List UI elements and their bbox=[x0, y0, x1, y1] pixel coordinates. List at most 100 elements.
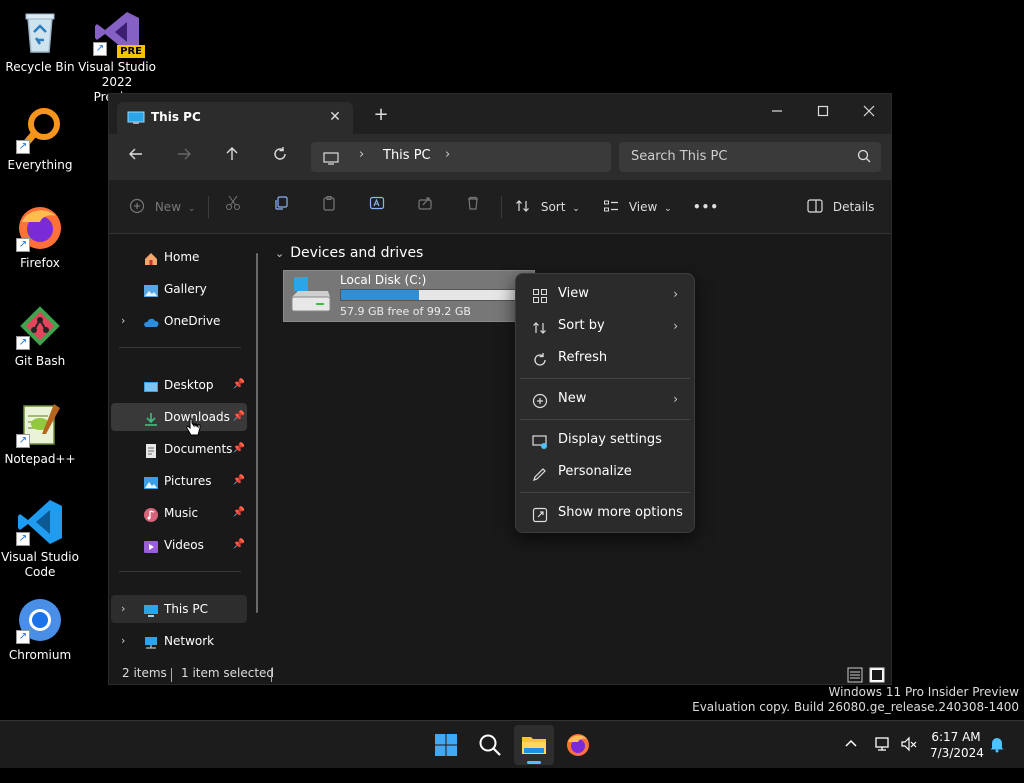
new-button[interactable]: New ⌄ bbox=[129, 194, 195, 220]
maximize-button[interactable] bbox=[803, 100, 843, 128]
sidebar-divider bbox=[119, 347, 241, 348]
sidebar-item-home[interactable]: Home bbox=[111, 243, 247, 271]
desktop-icon-git-bash[interactable]: ↗ Git Bash bbox=[0, 302, 80, 369]
pin-icon[interactable]: 📌 bbox=[233, 403, 245, 431]
clipboard-icon bbox=[323, 196, 335, 211]
shortcut-arrow-icon: ↗ bbox=[16, 532, 30, 546]
devices-and-drives-header[interactable]: ⌄ Devices and drives bbox=[275, 245, 423, 261]
search-box[interactable]: Search This PC bbox=[619, 142, 881, 172]
desktop-icon-label: Everything bbox=[7, 158, 73, 172]
share-button[interactable] bbox=[417, 194, 433, 220]
breadcrumb-this-pc[interactable]: This PC bbox=[383, 148, 431, 163]
context-menu-refresh[interactable]: Refresh bbox=[520, 343, 690, 373]
taskbar-firefox[interactable] bbox=[558, 725, 598, 765]
context-menu-divider bbox=[520, 378, 690, 379]
desktop-icon-recycle-bin[interactable]: Recycle Bin bbox=[0, 8, 80, 75]
chevron-right-icon[interactable]: › bbox=[121, 627, 125, 655]
close-window-button[interactable] bbox=[849, 100, 889, 128]
pin-icon[interactable]: 📌 bbox=[233, 435, 245, 463]
desktop-icon-everything[interactable]: ↗ Everything bbox=[0, 106, 80, 173]
paste-button[interactable] bbox=[321, 194, 337, 220]
desktop-icon-chromium[interactable]: ↗ Chromium bbox=[0, 596, 80, 663]
pin-icon[interactable]: 📌 bbox=[233, 499, 245, 527]
network-status-button[interactable] bbox=[874, 735, 892, 783]
desktop-icon-vscode[interactable]: ↗ Visual Studio Code bbox=[0, 498, 80, 580]
new-tab-button[interactable]: + bbox=[369, 104, 393, 128]
sidebar-item-documents[interactable]: Documents 📌 bbox=[111, 435, 247, 463]
context-menu-divider bbox=[520, 419, 690, 420]
start-button[interactable] bbox=[426, 725, 466, 765]
shortcut-arrow-icon: ↗ bbox=[16, 630, 30, 644]
context-menu-view[interactable]: View › bbox=[520, 279, 690, 309]
file-explorer-window: This PC ✕ + › This PC › Search This PC N… bbox=[108, 93, 892, 685]
chevron-right-icon[interactable]: › bbox=[445, 147, 450, 162]
view-button[interactable]: View ⌄ bbox=[603, 194, 672, 220]
desktop-icon-notepad-plus-plus[interactable]: ↗ Notepad++ bbox=[0, 400, 80, 467]
chevron-right-icon[interactable]: › bbox=[359, 147, 364, 162]
address-bar[interactable]: › This PC › bbox=[311, 142, 611, 172]
sidebar-item-videos[interactable]: Videos 📌 bbox=[111, 531, 247, 559]
context-menu-divider bbox=[520, 492, 690, 493]
context-menu-new[interactable]: New › bbox=[520, 384, 690, 414]
up-button[interactable] bbox=[217, 143, 247, 171]
sidebar-item-pictures[interactable]: Pictures 📌 bbox=[111, 467, 247, 495]
back-button[interactable] bbox=[121, 143, 151, 171]
details-button-label: Details bbox=[832, 200, 875, 214]
details-button[interactable]: Details bbox=[807, 194, 874, 220]
drive-tile-local-disk-c[interactable]: Local Disk (C:) 57.9 GB free of 99.2 GB bbox=[283, 270, 535, 322]
sidebar-item-this-pc[interactable]: › This PC bbox=[111, 595, 247, 623]
computer-icon bbox=[323, 150, 339, 165]
desktop-icon-visual-studio-preview[interactable]: PRE ↗ Visual Studio 2022 Preview bbox=[77, 8, 157, 105]
sidebar-item-gallery[interactable]: Gallery bbox=[111, 275, 247, 303]
cut-button[interactable] bbox=[225, 194, 241, 220]
chevron-right-icon[interactable]: › bbox=[121, 595, 125, 623]
copy-button[interactable] bbox=[273, 194, 289, 220]
desktop-icon-label: Notepad++ bbox=[4, 452, 76, 466]
plus-circle-icon bbox=[129, 198, 145, 214]
rename-button[interactable] bbox=[369, 194, 385, 220]
pin-icon[interactable]: 📌 bbox=[233, 371, 245, 399]
taskbar-file-explorer[interactable] bbox=[514, 725, 554, 765]
context-menu-display-settings[interactable]: Display settings bbox=[520, 425, 690, 455]
context-menu-sort-by[interactable]: Sort by › bbox=[520, 311, 690, 341]
maximize-icon bbox=[817, 105, 829, 117]
shortcut-arrow-icon: ↗ bbox=[16, 336, 30, 350]
forward-button[interactable] bbox=[169, 143, 199, 171]
minimize-icon bbox=[772, 110, 782, 112]
sidebar-item-downloads[interactable]: Downloads 📌 bbox=[111, 403, 247, 431]
details-view-toggle[interactable] bbox=[847, 667, 863, 686]
hard-drive-icon bbox=[290, 275, 332, 315]
pin-icon[interactable]: 📌 bbox=[233, 467, 245, 495]
tab-this-pc[interactable]: This PC ✕ bbox=[117, 102, 353, 134]
sidebar-item-desktop[interactable]: Desktop 📌 bbox=[111, 371, 247, 399]
sidebar-item-network[interactable]: › Network bbox=[111, 627, 247, 655]
open-external-icon bbox=[532, 505, 548, 523]
volume-button[interactable] bbox=[900, 735, 918, 783]
show-hidden-icons-button[interactable] bbox=[842, 735, 860, 783]
minimize-button[interactable] bbox=[757, 100, 797, 128]
context-menu-personalize[interactable]: Personalize bbox=[520, 457, 690, 487]
sort-button[interactable]: Sort ⌄ bbox=[515, 194, 580, 220]
sidebar-item-music[interactable]: Music 📌 bbox=[111, 499, 247, 527]
drive-usage-bar bbox=[340, 289, 530, 301]
delete-button[interactable] bbox=[465, 194, 481, 220]
chevron-right-icon: › bbox=[673, 392, 678, 406]
sidebar-item-onedrive[interactable]: › OneDrive bbox=[111, 307, 247, 335]
refresh-button[interactable] bbox=[265, 143, 295, 171]
chevron-right-icon: › bbox=[673, 319, 678, 333]
notifications-button[interactable] bbox=[988, 735, 1006, 783]
tab-close-icon[interactable]: ✕ bbox=[325, 107, 345, 127]
clock-time: 6:17 AM bbox=[931, 730, 981, 744]
see-more-button[interactable]: ••• bbox=[693, 194, 719, 220]
tiles-view-toggle[interactable] bbox=[869, 667, 885, 686]
context-menu-show-more-options[interactable]: Show more options bbox=[520, 498, 690, 528]
taskbar-clock[interactable]: 6:17 AM 7/3/2024 bbox=[930, 729, 984, 761]
chevron-right-icon[interactable]: › bbox=[121, 307, 125, 335]
refresh-icon bbox=[532, 350, 548, 366]
list-view-icon bbox=[847, 667, 863, 683]
taskbar-search-button[interactable] bbox=[470, 725, 510, 765]
desktop-icon-firefox[interactable]: ↗ Firefox bbox=[0, 204, 80, 271]
selection-count: 1 item selected bbox=[181, 666, 275, 680]
pin-icon[interactable]: 📌 bbox=[233, 531, 245, 559]
sidebar-scrollbar[interactable] bbox=[256, 253, 258, 613]
